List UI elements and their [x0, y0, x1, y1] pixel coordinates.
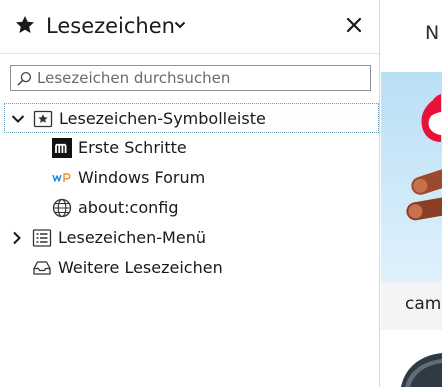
partial-image [401, 353, 442, 387]
globe-icon [52, 198, 72, 218]
tree-item-other-bookmarks[interactable]: Weitere Lesezeichen [4, 253, 379, 283]
chevron-down-icon[interactable] [174, 20, 186, 30]
tree-item-label: Lesezeichen-Menü [58, 228, 206, 247]
search-input[interactable] [37, 67, 367, 89]
bookmarks-toolbar-icon [33, 110, 53, 128]
chevron-down-icon[interactable] [11, 112, 25, 126]
sidebar-title[interactable]: Lesezeichen [46, 12, 175, 40]
search-box [10, 65, 371, 91]
tree-item-label: Weitere Lesezeichen [58, 258, 223, 277]
hero-image [381, 72, 442, 282]
wp-site-icon [52, 173, 71, 182]
bookmarks-menu-icon [32, 229, 52, 247]
chevron-right-icon[interactable] [10, 231, 24, 245]
tree-item-erste-schritte[interactable]: Erste Schritte [4, 133, 379, 163]
campfire-illustration [406, 94, 442, 221]
page-header: N [381, 0, 442, 73]
tree-item-label: Lesezeichen-Symbolleiste [59, 109, 266, 128]
tree-item-label: Erste Schritte [78, 138, 187, 157]
caption-text: camp [405, 294, 442, 314]
tree-item-bookmarks-toolbar[interactable]: Lesezeichen-Symbolleiste [4, 103, 379, 133]
tree-item-label: Windows Forum [78, 168, 206, 187]
tree-item-about-config[interactable]: about:config [4, 193, 379, 223]
tree-item-label: about:config [78, 198, 179, 217]
close-icon[interactable] [346, 17, 362, 33]
page-card-caption[interactable]: camp [381, 282, 442, 330]
m-site-icon [52, 138, 72, 158]
page-header-text: N [425, 22, 440, 44]
bookmarks-sidebar: Lesezeichen Lesezeichen-Symbolleiste [0, 0, 380, 387]
star-icon [16, 16, 34, 33]
tree-item-bookmarks-menu[interactable]: Lesezeichen-Menü [4, 223, 379, 253]
sidebar-header: Lesezeichen [0, 0, 379, 54]
other-bookmarks-icon [33, 261, 51, 275]
web-content-area: N camp [381, 0, 442, 387]
search-icon [17, 71, 32, 86]
tree-item-windows-forum[interactable]: Windows Forum [4, 163, 379, 193]
page-lower-area [381, 330, 442, 387]
